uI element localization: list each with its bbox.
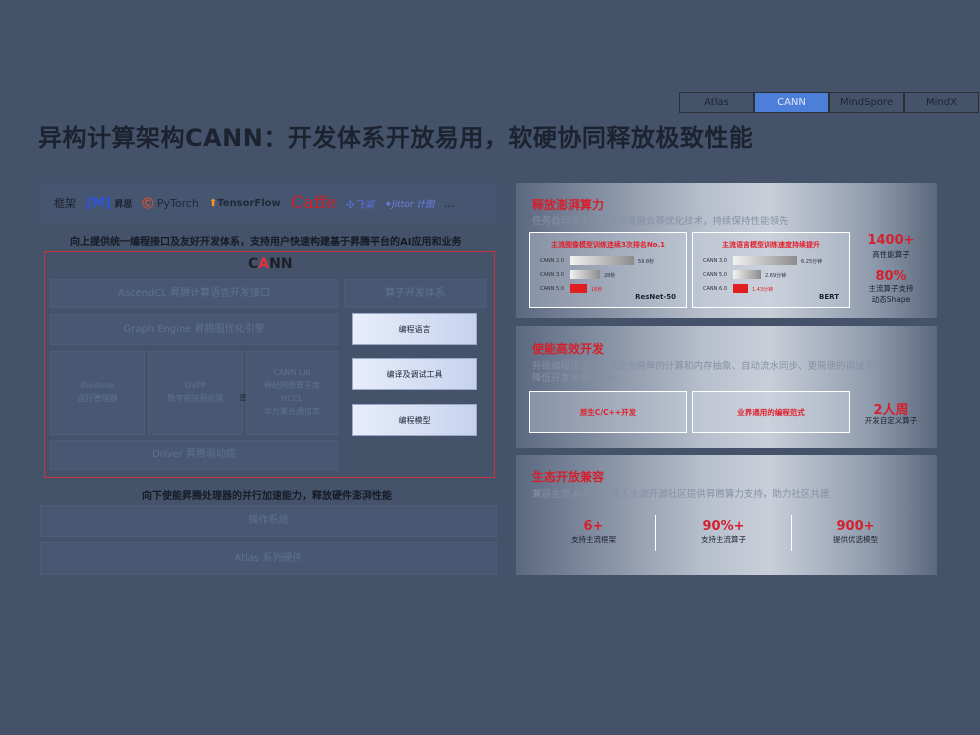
paddle-logo: ✣飞桨 [346, 199, 375, 211]
resnet-card: 主流图像模型训练连续3次排名No.1 CANN 2.0 59.8秒 CANN 3.0… [529, 232, 687, 308]
stat-operators-label: 高性能算子 [872, 250, 910, 259]
tab-mindx[interactable]: MindX [904, 92, 979, 113]
dev-efficiency-section: 使能高效开发 升级编程语言，提供更为简单的计算和内存抽象、自动流水同步、更简便的… [516, 326, 937, 448]
comparison-bar [570, 270, 600, 279]
stat-operators-value: 90%+ [702, 519, 745, 534]
section-heading: 释放澎湃算力 [532, 198, 605, 212]
more-frameworks: ... [444, 196, 455, 210]
stat-models-label: 提供优选模型 [833, 535, 878, 544]
bert-card: 主流语言模型训练速度持续提升 CANN 3.0 6.25分钟 CANN 5.0 2.6… [692, 232, 850, 308]
bar-label: CANN 3.0 [703, 258, 727, 264]
stat-models-value: 900+ [836, 519, 875, 534]
comparison-bar [570, 284, 587, 293]
stat-dynamic-shape-value: 80% [875, 269, 907, 284]
runtime-block: Runtime 运行管理器 [50, 351, 145, 435]
programming-language-button[interactable]: 编程语言 [352, 313, 477, 345]
divider [655, 515, 656, 551]
caffe-logo: Caffe [290, 193, 337, 213]
bar-label: CANN 5.0 [540, 286, 564, 292]
comparison-bar [733, 284, 748, 293]
stat-operators-value: 1400+ [867, 233, 915, 248]
stat-frameworks-label: 支持主流框架 [571, 535, 616, 544]
cann-lib-block: CANN Lib 神经网络算子库 HCCL 华为集合通信库 [246, 351, 338, 435]
graph-engine-block: Graph Engine 昇腾图优化引擎 [50, 314, 338, 345]
stat-frameworks-value: 6+ [583, 519, 604, 534]
bar-value: 59.8秒 [638, 259, 655, 265]
card-title: 主流语言模型训练速度持续提升 [722, 241, 820, 249]
ascendcl-block: AscendCL 昇腾计算语言开发接口 [50, 279, 338, 308]
bar-label: CANN 3.0 [540, 272, 564, 278]
comparison-bar [733, 270, 761, 279]
bar-value: 16秒 [591, 287, 603, 293]
stat-dynamic-shape-label: 主流算子支持 动态Shape [868, 284, 914, 304]
card-title: 主流图像模型训练连续3次排名No.1 [550, 241, 666, 249]
bar-label: CANN 6.0 [703, 286, 727, 292]
mindspore-logo: [M] 昇思 [86, 195, 133, 211]
dvpp-block: DVPP 数字视觉预处理 [148, 351, 243, 435]
bar-value: 6.25分钟 [801, 259, 823, 265]
top-tabs: Atlas CANN MindSpore MindX [679, 92, 979, 113]
atlas-hardware-block: Atlas 系列硬件 [40, 542, 497, 575]
compute-power-section: 释放澎湃算力 任务自动流水、算子深度融合等优化技术，持续保持性能领先 主流图像模… [516, 183, 937, 318]
bar-label: CANN 5.0 [703, 272, 727, 278]
model-name: BERT [819, 293, 839, 301]
operator-dev-block: 算子开发体系 [344, 279, 486, 308]
programming-model-button[interactable]: 编程模型 [352, 404, 477, 436]
jittor-logo: ✦Jittor 计图 [384, 199, 435, 210]
bar-value: 2.69分钟 [765, 273, 787, 279]
tab-mindspore[interactable]: MindSpore [829, 92, 904, 113]
tab-cann[interactable]: CANN [754, 92, 829, 113]
top-caption: 向上提供统一编程接口及友好开发体系，支持用户快速构建基于昇腾平台的AI应用和业务 [70, 237, 462, 248]
bar-value: 28秒 [604, 273, 616, 279]
compile-debug-tools-button[interactable]: 编译及调试工具 [352, 358, 477, 390]
model-name: ResNet-50 [635, 293, 676, 301]
driver-block: Driver 昇腾驱动层 [50, 440, 338, 470]
divider [791, 515, 792, 551]
page-title: 异构计算架构CANN：开发体系开放易用，软硬协同释放极致性能 [38, 124, 754, 152]
native-cpp-box: 原生C/C++开发 [529, 391, 687, 433]
tab-atlas[interactable]: Atlas [679, 92, 754, 113]
ecosystem-section: 生态开放兼容 兼容主流 AI框架，接入主流开源社区提供昇腾算力支持，助力社区共建… [516, 455, 937, 575]
bar-label: CANN 2.0 [540, 258, 564, 264]
bar-value: 1.43分钟 [752, 287, 774, 293]
cann-logo: CANN [248, 256, 293, 272]
bottom-caption: 向下使能昇腾处理器的并行加速能力，释放硬件澎湃性能 [142, 491, 392, 502]
section-subtitle: 兼容主流 AI框架，接入主流开源社区提供昇腾算力支持，助力社区共建 [532, 489, 830, 500]
section-subtitle-line2: 降低开发者编码成本 [532, 373, 618, 384]
architecture-panel: 框架 [M] 昇思 Ⓒ PyTorch ⬆TensorFlow Caffe ✣飞… [40, 183, 497, 575]
stat-dev-time-label: 开发自定义算子 [864, 416, 918, 425]
os-block: 操作系统 [40, 505, 497, 537]
section-heading: 使能高效开发 [532, 342, 605, 356]
section-subtitle: 任务自动流水、算子深度融合等优化技术，持续保持性能领先 [532, 216, 789, 227]
comparison-bar [733, 256, 797, 265]
stat-operators-label: 支持主流算子 [701, 535, 746, 544]
frameworks-label: 框架 [54, 197, 76, 210]
framework-logos-row: 框架 [M] 昇思 Ⓒ PyTorch ⬆TensorFlow Caffe ✣飞… [40, 183, 497, 223]
pytorch-logo: Ⓒ PyTorch [142, 197, 199, 210]
programming-paradigm-box: 业界通用的编程范式 [692, 391, 850, 433]
tensorflow-logo: ⬆TensorFlow [208, 197, 281, 209]
comparison-bar [570, 256, 634, 265]
section-heading: 生态开放兼容 [532, 470, 605, 484]
